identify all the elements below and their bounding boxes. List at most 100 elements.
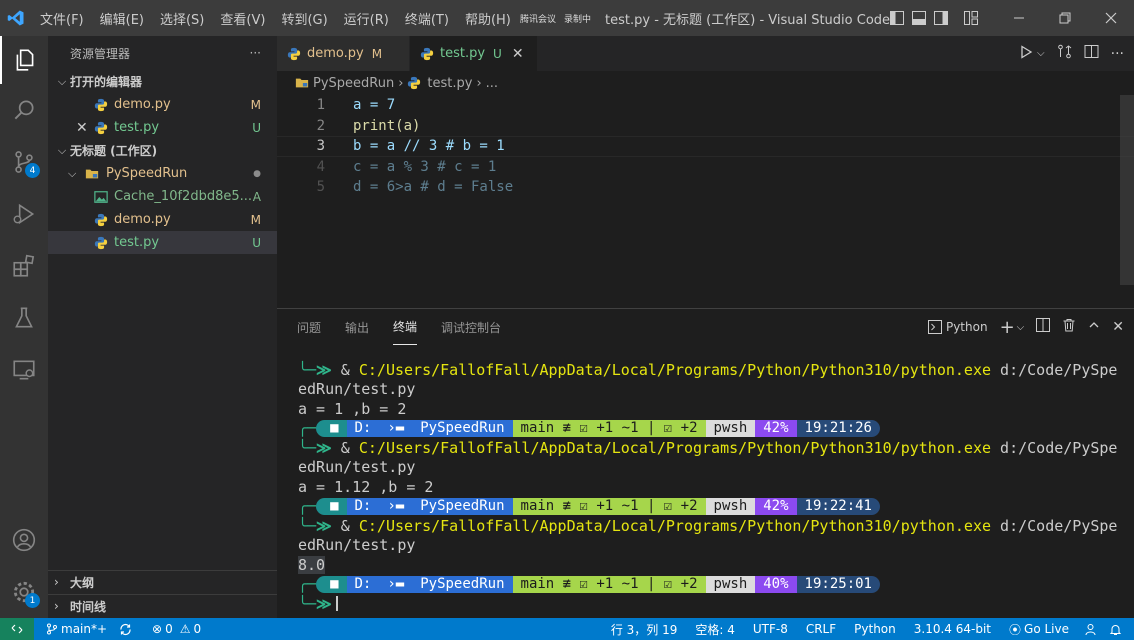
menu-edit[interactable]: 编辑(E) <box>92 9 152 28</box>
more-actions-icon[interactable]: ··· <box>250 46 261 60</box>
code-line[interactable]: 5 d = 6>a # d = False <box>277 177 1134 198</box>
notifications-bell-icon[interactable] <box>1103 623 1128 636</box>
status-bar: main*+ ⊗ 0 ⚠ 0 行 3，列 19 空格: 4 UTF-8 CRLF… <box>0 618 1134 640</box>
remote-explorer-icon[interactable] <box>0 346 48 394</box>
python-interpreter[interactable]: 3.10.4 64-bit <box>905 622 1000 636</box>
chevron-down-icon: ⌵ <box>68 166 77 180</box>
outline-section[interactable]: › 大纲 <box>48 570 277 593</box>
code-line[interactable]: 4 c = a % 3 # c = 1 <box>277 157 1134 178</box>
tab-demo[interactable]: demo.py M <box>277 36 410 71</box>
split-editor-icon[interactable] <box>1084 44 1099 63</box>
extensions-icon[interactable] <box>0 242 48 290</box>
file-item-demo[interactable]: demo.py M <box>48 208 277 231</box>
open-editor-item-test[interactable]: ✕ test.py U <box>48 116 277 139</box>
python-file-icon <box>94 213 108 226</box>
run-python-icon[interactable] <box>1019 44 1033 63</box>
accounts-icon[interactable] <box>0 516 48 564</box>
explorer-icon[interactable] <box>0 36 48 84</box>
breadcrumb-file[interactable]: test.py <box>427 76 472 91</box>
indentation[interactable]: 空格: 4 <box>686 621 744 638</box>
customize-layout-icon[interactable] <box>960 0 982 36</box>
close-icon[interactable]: ✕ <box>76 120 94 136</box>
code-line[interactable]: 2 print(a) <box>277 116 1134 137</box>
menu-terminal[interactable]: 终端(T) <box>397 9 457 28</box>
breadcrumb-symbol[interactable]: ... <box>486 76 498 91</box>
oh-my-posh-prompt: ╭─ ■ D: ›▬ PySpeedRun main ≢ ☑ +1 ~1 | ☑… <box>298 575 1117 595</box>
line-number: 3 <box>316 138 325 155</box>
encoding[interactable]: UTF-8 <box>744 622 797 636</box>
branch-name: main*+ <box>61 622 108 636</box>
branch-status[interactable]: main*+ <box>40 622 113 636</box>
go-live-button[interactable]: ⦿ Go Live <box>1000 621 1078 638</box>
prompt-drive: D: <box>346 497 380 515</box>
settings-gear-icon[interactable]: 1 <box>0 568 48 616</box>
python-file-icon <box>94 98 108 111</box>
prompt-corner-icon: ╭─ <box>298 575 317 594</box>
restore-icon[interactable] <box>1042 0 1088 36</box>
workspace-section[interactable]: ⌵ 无标题 (工作区) <box>48 139 277 162</box>
menu-view[interactable]: 查看(V) <box>212 9 273 28</box>
problems-status[interactable]: ⊗ 0 ⚠ 0 <box>146 622 207 636</box>
open-editor-item-demo[interactable]: demo.py M <box>48 93 277 116</box>
minimize-icon[interactable] <box>996 0 1042 36</box>
scm-badge: 4 <box>25 163 40 178</box>
toggle-panel-icon[interactable] <box>908 0 930 36</box>
menu-run[interactable]: 运行(R) <box>336 9 397 28</box>
tab-problems[interactable]: 问题 <box>297 309 321 345</box>
terminal-dropdown-chevron-icon[interactable]: ⌵ <box>1017 322 1025 333</box>
chevron-down-icon: ⌵ <box>57 143 67 157</box>
source-control-icon[interactable]: 4 <box>0 138 48 186</box>
cmd-path: C:/Users/FallofFall/AppData/Local/Progra… <box>358 438 992 457</box>
code-editor[interactable]: 1 a = 7 2 print(a) 3 b = a // 3 # b = 1 … <box>277 95 1134 198</box>
cursor-position[interactable]: 行 3，列 19 <box>602 621 687 638</box>
terminal-input-line[interactable]: ╰─≫ <box>298 594 1117 614</box>
terminal-selector[interactable]: Python <box>927 320 988 334</box>
feedback-icon[interactable] <box>1078 623 1103 636</box>
kill-terminal-trash-icon[interactable] <box>1062 318 1076 336</box>
timeline-section[interactable]: › 时间线 <box>48 594 277 617</box>
menu-help[interactable]: 帮助(H) <box>457 9 519 28</box>
tab-terminal[interactable]: 终端 <box>393 309 418 345</box>
menu-selection[interactable]: 选择(S) <box>152 9 212 28</box>
file-name: test.py <box>114 120 160 135</box>
prompt-time: 19:21:26 <box>796 419 880 437</box>
testing-flask-icon[interactable] <box>0 294 48 342</box>
terminal-output[interactable]: ╰─≫ & C:/Users/FallofFall/AppData/Local/… <box>298 360 1117 614</box>
maximize-panel-chevron-up-icon[interactable] <box>1088 319 1100 335</box>
menu-go[interactable]: 转到(G) <box>273 9 335 28</box>
toggle-secondary-sidebar-icon[interactable] <box>930 0 952 36</box>
folder-item[interactable]: ⌵ PySpeedRun ● <box>48 162 277 185</box>
close-window-icon[interactable] <box>1088 0 1134 36</box>
image-file-icon <box>94 190 108 203</box>
more-actions-icon[interactable]: ··· <box>1111 46 1124 62</box>
tab-label: test.py <box>440 46 486 61</box>
remote-indicator-icon[interactable] <box>0 618 34 640</box>
close-panel-icon[interactable]: ✕ <box>1112 319 1124 335</box>
language-mode[interactable]: Python <box>845 622 905 636</box>
file-item-test[interactable]: test.py U <box>48 231 277 254</box>
tab-test[interactable]: test.py U ✕ <box>410 36 538 71</box>
code-line[interactable]: 1 a = 7 <box>277 95 1134 116</box>
code-line-current[interactable]: 3 b = a // 3 # b = 1 <box>277 136 1134 157</box>
editor-scrollbar[interactable] <box>1120 95 1134 285</box>
run-debug-icon[interactable] <box>0 190 48 238</box>
close-tab-icon[interactable]: ✕ <box>512 46 524 62</box>
search-icon[interactable] <box>0 86 48 134</box>
tab-debug-console[interactable]: 调试控制台 <box>441 309 501 345</box>
cmd-arg: d:/Code/PySpe <box>991 360 1118 379</box>
file-item-cache[interactable]: Cache_10f2dbd8e5... A <box>48 185 277 208</box>
menu-file[interactable]: 文件(F) <box>32 9 92 28</box>
tab-output[interactable]: 输出 <box>345 309 369 345</box>
breadcrumb-folder[interactable]: PySpeedRun <box>313 76 394 91</box>
warning-icon: ⚠ <box>179 622 191 636</box>
compare-changes-icon[interactable] <box>1057 44 1072 63</box>
new-terminal-icon[interactable]: + <box>1000 317 1015 338</box>
toggle-sidebar-icon[interactable] <box>886 0 908 36</box>
line-ending[interactable]: CRLF <box>797 622 845 636</box>
open-editors-section[interactable]: ⌵ 打开的编辑器 <box>48 70 277 93</box>
run-dropdown-chevron-icon[interactable]: ⌵ <box>1037 48 1045 59</box>
prompt-folder: PySpeedRun <box>412 497 513 515</box>
sync-icon[interactable] <box>113 623 138 636</box>
split-terminal-icon[interactable] <box>1036 318 1051 336</box>
line-number: 4 <box>316 158 325 175</box>
